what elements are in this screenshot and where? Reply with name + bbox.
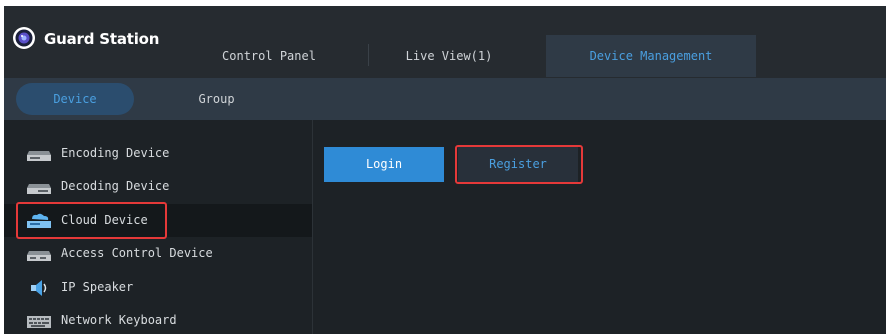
access-control-icon — [27, 251, 51, 261]
app-title: Guard Station — [44, 30, 160, 48]
tab-device-management[interactable]: Device Management — [546, 35, 756, 77]
sidebar-item-label: Decoding Device — [61, 179, 170, 193]
sidebar-item-label: Encoding Device — [61, 146, 170, 160]
sidebar-item-network-keyboard[interactable]: Network Keyboard — [4, 304, 312, 334]
title-bar: Guard Station Control Panel Live View(1)… — [4, 6, 886, 78]
subtab-group[interactable]: Group — [164, 83, 269, 115]
camera-lens-icon — [13, 27, 35, 49]
highlight-box — [16, 202, 167, 239]
speaker-icon — [31, 280, 47, 296]
sidebar-item-label: Network Keyboard — [61, 313, 177, 327]
sidebar-item-ip-speaker[interactable]: IP Speaker — [4, 271, 312, 304]
sidebar-item-label: Access Control Device — [61, 246, 213, 260]
tab-live-view[interactable]: Live View(1) — [389, 35, 509, 77]
sidebar-item-encoding-device[interactable]: Encoding Device — [4, 137, 312, 170]
sub-nav-bar: Device Group — [4, 78, 886, 120]
tab-control-panel[interactable]: Control Panel — [209, 35, 329, 77]
sidebar-item-label: IP Speaker — [61, 280, 134, 294]
login-button[interactable]: Login — [324, 147, 444, 182]
subtab-device[interactable]: Device — [16, 83, 134, 115]
keyboard-icon — [27, 316, 51, 328]
decoder-icon — [27, 184, 51, 194]
encoder-icon — [27, 151, 51, 161]
highlight-box — [455, 145, 583, 184]
device-type-sidebar: Encoding Device Decoding Device Cloud De… — [4, 120, 313, 334]
app-window: Guard Station Control Panel Live View(1)… — [4, 6, 886, 334]
device-content-panel: Login Register — [313, 120, 886, 334]
tab-divider — [368, 44, 369, 66]
sidebar-item-access-control-device[interactable]: Access Control Device — [4, 237, 312, 270]
sidebar-item-decoding-device[interactable]: Decoding Device — [4, 170, 312, 203]
